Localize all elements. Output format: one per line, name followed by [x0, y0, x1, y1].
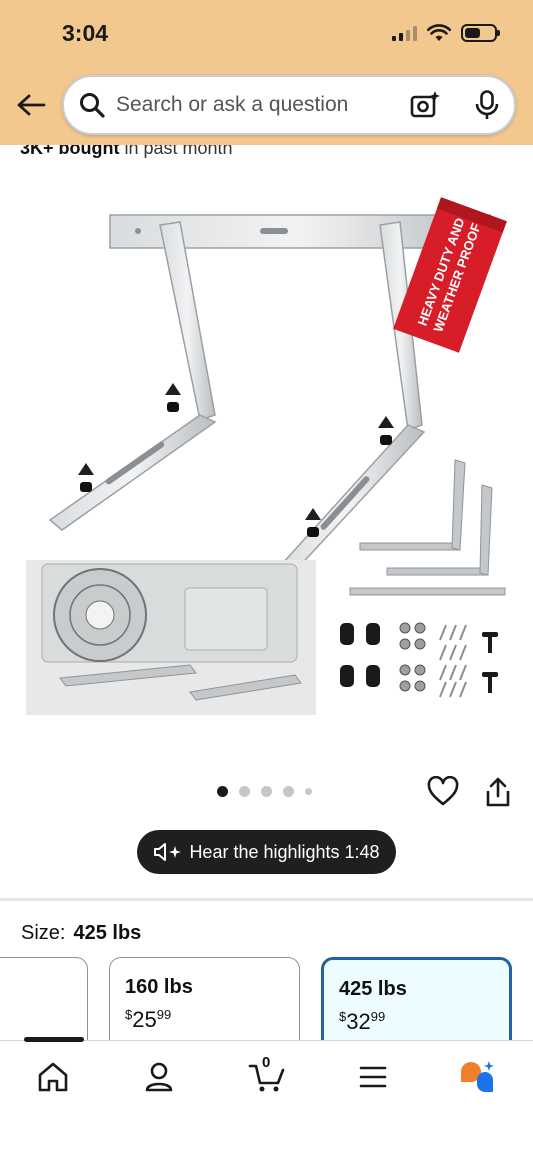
price-cents: 99 [156, 1007, 172, 1022]
home-icon [38, 1062, 68, 1092]
nav-cart[interactable]: 0 [247, 1054, 287, 1097]
status-icons [392, 24, 500, 42]
wifi-icon [427, 24, 451, 41]
carousel-dot[interactable] [305, 788, 312, 795]
size-label: Size: [21, 922, 66, 944]
back-arrow-icon [17, 94, 46, 116]
menu-icon [359, 1066, 387, 1088]
nav-account[interactable] [139, 1057, 179, 1097]
size-option-price: $3299 [339, 1009, 494, 1035]
carousel-dot[interactable] [261, 786, 272, 797]
nav-rufus[interactable] [458, 1057, 498, 1097]
share-icon[interactable] [484, 776, 512, 808]
hear-highlights-label: Hear the highlights 1:48 [189, 841, 380, 862]
status-time: 3:04 [62, 20, 109, 46]
bottom-nav: 0 [0, 1037, 533, 1153]
rufus-icon [461, 1061, 494, 1092]
speaker-sparkle-icon [154, 843, 182, 861]
nav-menu[interactable] [353, 1057, 393, 1097]
heart-icon[interactable] [427, 776, 459, 808]
search-icon [80, 93, 105, 118]
battery-icon [461, 24, 500, 42]
price-dollars: 32 [346, 1009, 371, 1034]
carousel-dot[interactable] [283, 786, 294, 797]
search-bar[interactable] [62, 75, 516, 135]
price-dollars: 25 [132, 1007, 157, 1032]
account-icon [145, 1062, 173, 1092]
size-option-price: $2599 [125, 1007, 284, 1033]
back-button[interactable] [14, 90, 48, 120]
hear-highlights-button[interactable]: Hear the highlights 1:48 [137, 830, 396, 874]
product-page: 3:04 Search or ask a question 3K+ bought… [0, 0, 533, 1153]
carousel-dot[interactable] [239, 786, 250, 797]
cart-count: 0 [262, 1054, 271, 1071]
camera-sparkle-icon[interactable] [410, 90, 440, 120]
product-image[interactable]: HEAVY DUTY AND WEATHER PROOF [20, 170, 513, 750]
size-option-weight: 425 lbs [339, 978, 407, 1000]
size-option-weight: 160 lbs [125, 976, 193, 998]
size-heading: Size: 425 lbs [21, 922, 141, 945]
carousel-dot[interactable] [217, 786, 228, 797]
microphone-icon[interactable] [474, 90, 500, 120]
image-carousel-dots[interactable] [217, 786, 312, 797]
app-header: 3:04 [0, 0, 533, 145]
search-input[interactable] [116, 93, 404, 117]
section-divider [0, 898, 533, 901]
signal-icon [392, 25, 417, 41]
nav-home[interactable] [33, 1057, 73, 1097]
active-tab-indicator [24, 1037, 84, 1042]
size-selected-value: 425 lbs [73, 922, 142, 944]
price-cents: 99 [370, 1009, 386, 1024]
